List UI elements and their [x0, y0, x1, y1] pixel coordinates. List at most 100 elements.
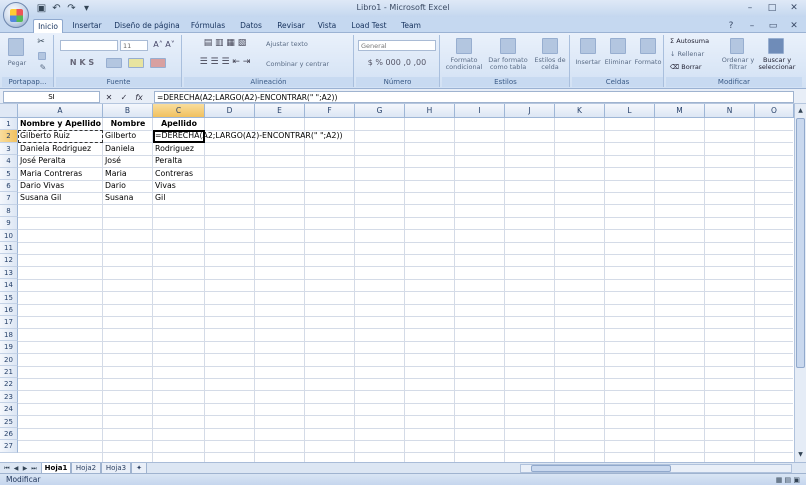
format-table-icon[interactable] [500, 38, 516, 54]
cell-C4[interactable]: Peralta [153, 155, 205, 167]
row-header-10[interactable]: 10 [0, 229, 18, 242]
row-header-25[interactable]: 25 [0, 415, 18, 428]
column-header-b[interactable]: B [103, 104, 153, 118]
row-header-17[interactable]: 17 [0, 316, 18, 329]
column-header-a[interactable]: A [18, 104, 103, 118]
clipboard-label[interactable]: Portapap... [2, 77, 53, 87]
formula-input[interactable]: =DERECHA(A2;LARGO(A2)-ENCONTRAR(" ";A2)) [154, 91, 794, 103]
row-header-2[interactable]: 2 [0, 130, 18, 143]
row-header-16[interactable]: 16 [0, 304, 18, 317]
cell-C5[interactable]: Contreras [153, 168, 205, 180]
tab-diseno-pagina[interactable]: Diseño de página [112, 19, 182, 33]
ribbon-minimize-icon[interactable]: – [744, 20, 760, 32]
cell-B6[interactable]: Dario [103, 180, 153, 192]
cancel-icon[interactable]: ✕ [104, 93, 114, 102]
row-header-19[interactable]: 19 [0, 341, 18, 354]
row-header-12[interactable]: 12 [0, 254, 18, 267]
font-size-select[interactable]: 11 [120, 40, 148, 51]
cells-label[interactable]: Celdas [572, 77, 663, 87]
tab-team[interactable]: Team [396, 19, 426, 33]
tab-load-test[interactable]: Load Test [348, 19, 390, 33]
cell-A6[interactable]: Dario Vivas [18, 180, 103, 192]
format-painter-icon[interactable]: ✎ [38, 64, 48, 72]
wrap-text-button[interactable]: Ajustar texto [266, 41, 346, 48]
paste-icon[interactable] [8, 38, 24, 56]
row-header-9[interactable]: 9 [0, 217, 18, 230]
row-header-8[interactable]: 8 [0, 204, 18, 218]
column-header-h[interactable]: H [405, 104, 455, 118]
tab-inicio[interactable]: Inicio [33, 19, 63, 34]
cell-C1[interactable]: Apellido [153, 118, 205, 130]
merge-center-button[interactable]: Combinar y centrar [266, 61, 352, 68]
prev-sheet-icon[interactable]: ◀ [12, 464, 20, 473]
horizontal-scrollbar[interactable] [520, 464, 792, 473]
cell-A5[interactable]: Maria Contreras [18, 168, 103, 180]
copy-icon[interactable] [38, 52, 46, 60]
close-button[interactable]: ✕ [786, 2, 802, 14]
minimize-button[interactable]: – [742, 2, 758, 14]
format-cells-button[interactable]: Formato [632, 59, 664, 66]
sort-filter-icon[interactable] [730, 38, 744, 54]
row-header-7[interactable]: 7 [0, 192, 18, 205]
name-box[interactable]: SI [3, 91, 100, 103]
format-table-button[interactable]: Dar formato como tabla [486, 57, 530, 71]
cell-B3[interactable]: Daniela [103, 143, 153, 155]
font-label[interactable]: Fuente [56, 77, 181, 87]
cell-B7[interactable]: Susana [103, 192, 153, 204]
conditional-format-icon[interactable] [456, 38, 472, 54]
column-header-d[interactable]: D [205, 104, 255, 118]
insert-cells-icon[interactable] [580, 38, 596, 54]
cell-C2[interactable]: =DERECHA(A2;LARGO(A2)-ENCONTRAR(" ";A2)) [153, 130, 343, 142]
binoculars-icon[interactable] [768, 38, 784, 54]
last-sheet-icon[interactable]: ⏭ [30, 464, 38, 473]
grow-shrink-font-icon[interactable]: A˄ A˅ [152, 41, 176, 49]
first-sheet-icon[interactable]: ⏮ [3, 464, 11, 473]
row-header-6[interactable]: 6 [0, 180, 18, 193]
number-label[interactable]: Número [356, 77, 439, 87]
cut-icon[interactable]: ✂ [36, 38, 46, 47]
editing-label[interactable]: Modificar [666, 77, 802, 87]
font-color-icon[interactable] [150, 58, 166, 68]
sort-filter-button[interactable]: Ordenar y filtrar [718, 57, 758, 71]
view-buttons-icons[interactable]: ▦ ▤ ▣ [776, 475, 800, 485]
number-format-select[interactable]: General [358, 40, 436, 51]
vertical-scroll-thumb[interactable] [796, 118, 805, 368]
row-header-14[interactable]: 14 [0, 279, 18, 292]
autosum-button[interactable]: Σ Autosuma [670, 38, 720, 45]
tab-insertar[interactable]: Insertar [68, 19, 106, 33]
help-icon[interactable]: ? [723, 20, 739, 32]
row-header-3[interactable]: 3 [0, 142, 18, 156]
alignment-label[interactable]: Alineación [184, 77, 353, 87]
column-header-i[interactable]: I [455, 104, 505, 118]
cell-B2[interactable]: Gilberto [103, 130, 153, 142]
row-header-21[interactable]: 21 [0, 366, 18, 379]
cell-B1[interactable]: Nombre [103, 118, 153, 130]
conditional-format-button[interactable]: Formato condicional [442, 57, 486, 71]
row-header-5[interactable]: 5 [0, 167, 18, 180]
column-header-o[interactable]: O [755, 104, 794, 118]
clear-button[interactable]: ⌫ Borrar [670, 64, 720, 71]
cell-styles-button[interactable]: Estilos de celda [530, 57, 570, 71]
cell-A4[interactable]: José Peralta [18, 155, 103, 167]
format-cells-icon[interactable] [640, 38, 656, 54]
styles-label[interactable]: Estilos [442, 77, 569, 87]
column-header-c[interactable]: C [153, 104, 205, 118]
cell-C7[interactable]: Gil [153, 192, 205, 204]
cell-C6[interactable]: Vivas [153, 180, 205, 192]
horizontal-align-icons[interactable]: ☰ ☰ ☰ ⇤ ⇥ [188, 58, 262, 67]
row-header-22[interactable]: 22 [0, 378, 18, 391]
fill-color-icon[interactable] [128, 58, 144, 68]
tab-formulas[interactable]: Fórmulas [188, 19, 228, 33]
bold-italic-underline-icons[interactable]: N K S [62, 59, 102, 67]
row-header-18[interactable]: 18 [0, 328, 18, 342]
tab-revisar[interactable]: Revisar [274, 19, 308, 33]
insert-cells-button[interactable]: Insertar [572, 59, 604, 66]
cell-A7[interactable]: Susana Gil [18, 192, 103, 204]
cell-A3[interactable]: Daniela Rodriguez [18, 143, 103, 155]
office-button[interactable] [3, 2, 29, 28]
column-header-e[interactable]: E [255, 104, 305, 118]
column-header-g[interactable]: G [355, 104, 405, 118]
row-header-27[interactable]: 27 [0, 440, 18, 453]
row-header-23[interactable]: 23 [0, 390, 18, 404]
cell-B5[interactable]: Maria [103, 168, 153, 180]
